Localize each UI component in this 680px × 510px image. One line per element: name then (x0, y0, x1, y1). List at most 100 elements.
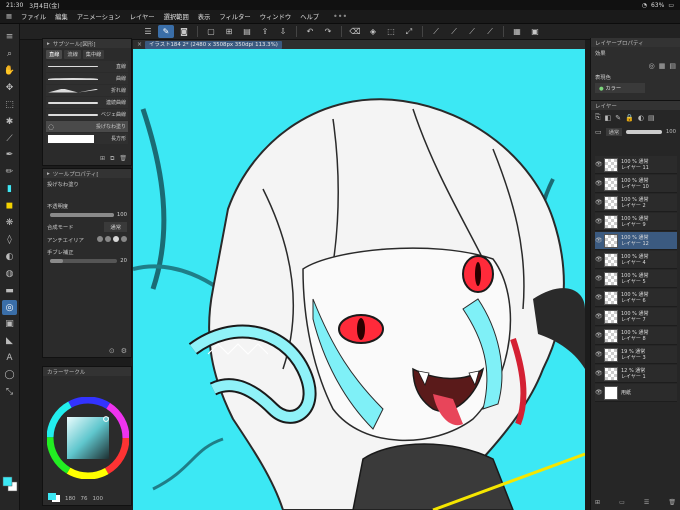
subtool-item[interactable]: 連続曲線 (46, 97, 128, 108)
layer-row[interactable]: 👁 100 % 通常 レイヤー 10 (595, 175, 677, 193)
antialias-options[interactable] (95, 236, 127, 244)
color-wheel[interactable] (47, 397, 129, 479)
canvas-tab-title[interactable]: イラスト184 2* (2480 x 3508px 350dpi 113.3%) (145, 40, 282, 49)
menu-help[interactable]: ヘルプ (300, 12, 319, 21)
move-icon[interactable]: ✥ (2, 81, 17, 96)
camera-icon[interactable]: ◙ (176, 25, 192, 38)
visibility-eye-icon[interactable]: 👁 (595, 275, 603, 282)
new-file-icon[interactable]: ▢ (203, 25, 219, 38)
layer-menu-icon[interactable]: ☰ (644, 499, 649, 507)
stabilization-value[interactable]: 20 (120, 258, 127, 264)
ruler-icon[interactable]: ⟋ (428, 25, 444, 38)
layer-row[interactable]: 👁 12 % 通常 レイヤー 1 (595, 365, 677, 383)
menu-window[interactable]: ウィンドウ (260, 12, 291, 21)
text-icon[interactable]: A (2, 351, 17, 366)
open-icon[interactable]: ⊞ (221, 25, 237, 38)
layer-row[interactable]: 👁 100 % 通常 レイヤー 2 (595, 194, 677, 212)
magic-wand-icon[interactable]: ✱ (2, 114, 17, 129)
subtool-item[interactable]: 直線 (46, 61, 128, 72)
multitask-dots-icon[interactable]: ••• (333, 12, 347, 21)
tone-icon[interactable]: ▦ (659, 62, 666, 70)
ruler-tool-icon[interactable]: ◣ (2, 334, 17, 349)
undo-icon[interactable]: ↶ (302, 25, 318, 38)
app-icon[interactable]: ▦ (6, 13, 12, 20)
layer-row-selected[interactable]: 👁 100 % 通常 レイヤー 12 (595, 232, 677, 250)
deselect-icon[interactable]: ⬚ (383, 25, 399, 38)
layer-blend-select[interactable]: 通常 (605, 128, 623, 136)
menu-selection[interactable]: 選択範囲 (164, 12, 189, 21)
layer-icon[interactable]: ▦ (509, 25, 525, 38)
ref-icon[interactable]: ◧ (605, 114, 612, 122)
stabilization-slider[interactable] (50, 259, 118, 263)
new-folder-icon[interactable]: ▭ (619, 499, 625, 507)
figure-icon[interactable]: ◎ (2, 300, 17, 315)
clear-icon[interactable]: ⌫ (347, 25, 363, 38)
main-sub-color-icon[interactable] (47, 492, 61, 503)
canvas[interactable] (133, 49, 585, 510)
layer-row[interactable]: 👁 100 % 通常 レイヤー 7 (595, 308, 677, 326)
snap-point-icon[interactable]: ⟋ (482, 25, 498, 38)
lock-icon[interactable]: 🔒 (625, 114, 634, 122)
layer-row[interactable]: 👁 19 % 通常 レイヤー 3 (595, 346, 677, 364)
visibility-eye-icon[interactable]: 👁 (595, 237, 603, 244)
airbrush-icon[interactable]: ◼ (2, 199, 17, 214)
copy-subtool-icon[interactable]: ⧉ (110, 155, 114, 163)
layer-color-icon[interactable]: ▤ (669, 62, 676, 70)
subtool-item[interactable]: 長方形 (46, 133, 128, 144)
eraser-icon[interactable]: ◊ (2, 233, 17, 248)
visibility-eye-icon[interactable]: 👁 (595, 180, 603, 187)
balloon-icon[interactable]: ◯ (2, 368, 17, 383)
border-effect-icon[interactable]: ◎ (649, 62, 655, 70)
tab-line[interactable]: 直線 (46, 50, 63, 59)
zoom-icon[interactable]: ⌕ (2, 47, 17, 62)
menu-file[interactable]: ファイル (21, 12, 46, 21)
brush-icon[interactable]: ▮ (2, 182, 17, 197)
blend-mode-select[interactable]: 通常 (104, 222, 127, 232)
settings-icon[interactable]: ⚙ (121, 347, 127, 355)
fill-bucket-icon[interactable]: ◍ (2, 266, 17, 281)
visibility-eye-icon[interactable]: 👁 (595, 199, 603, 206)
visibility-eye-icon[interactable]: 👁 (595, 161, 603, 168)
add-subtool-icon[interactable]: ⊞ (100, 155, 105, 163)
pen-icon[interactable]: ✒ (2, 148, 17, 163)
subtool-item-selected[interactable]: ◌ 投げなわ塗り (46, 121, 128, 132)
visibility-eye-icon[interactable]: 👁 (595, 332, 603, 339)
menu-icon[interactable]: ≡ (2, 30, 17, 45)
menu-view[interactable]: 表示 (198, 12, 211, 21)
visibility-eye-icon[interactable]: 👁 (595, 351, 603, 358)
opacity-value[interactable]: 100 (117, 212, 127, 218)
subtool-item[interactable]: 折れ線 (46, 85, 128, 96)
blend-icon[interactable]: ◐ (2, 250, 17, 265)
layer-opacity-value[interactable]: 100 (666, 129, 676, 135)
upload-icon[interactable]: ⇪ (257, 25, 273, 38)
layer-row[interactable]: 👁 100 % 通常 レイヤー 5 (595, 270, 677, 288)
snap-grid-icon[interactable]: ⟋ (464, 25, 480, 38)
transform-icon[interactable]: ⤢ (401, 25, 417, 38)
layer-opacity-slider[interactable] (626, 130, 662, 134)
delete-subtool-icon[interactable]: 🗑 (119, 155, 127, 163)
subtool-item[interactable]: 曲線 (46, 73, 128, 84)
reset-icon[interactable]: ⊙ (109, 347, 115, 355)
visibility-eye-icon[interactable]: 👁 (595, 370, 603, 377)
layer-row[interactable]: 👁 100 % 通常 レイヤー 11 (595, 156, 677, 174)
menu-animation[interactable]: アニメーション (77, 12, 121, 21)
draft-icon[interactable]: ✎ (615, 114, 621, 122)
ruler-layer-icon[interactable]: ▤ (648, 114, 655, 122)
fill-icon[interactable]: ◈ (365, 25, 381, 38)
select-icon[interactable]: ⬚ (2, 98, 17, 113)
save-icon[interactable]: ▤ (239, 25, 255, 38)
frame-icon[interactable]: ▣ (2, 317, 17, 332)
tab-streamline[interactable]: 流線 (64, 50, 81, 59)
opacity-slider[interactable] (50, 213, 114, 217)
redo-icon[interactable]: ↷ (320, 25, 336, 38)
correct-line-icon[interactable]: ⤡ (2, 385, 17, 400)
visibility-eye-icon[interactable]: 👁 (595, 313, 603, 320)
menu-layer[interactable]: レイヤー (130, 12, 155, 21)
visibility-eye-icon[interactable]: 👁 (595, 294, 603, 301)
layer-row[interactable]: 👁 100 % 通常 レイヤー 9 (595, 213, 677, 231)
gallery-icon[interactable]: ▣ (527, 25, 543, 38)
blend-select-icon[interactable]: ▭ (595, 128, 602, 136)
subtool-item[interactable]: ベジェ曲線 (46, 109, 128, 120)
layer-row-paper[interactable]: 👁 用紙 (595, 384, 677, 402)
express-color-select[interactable]: ● カラー (595, 83, 645, 93)
